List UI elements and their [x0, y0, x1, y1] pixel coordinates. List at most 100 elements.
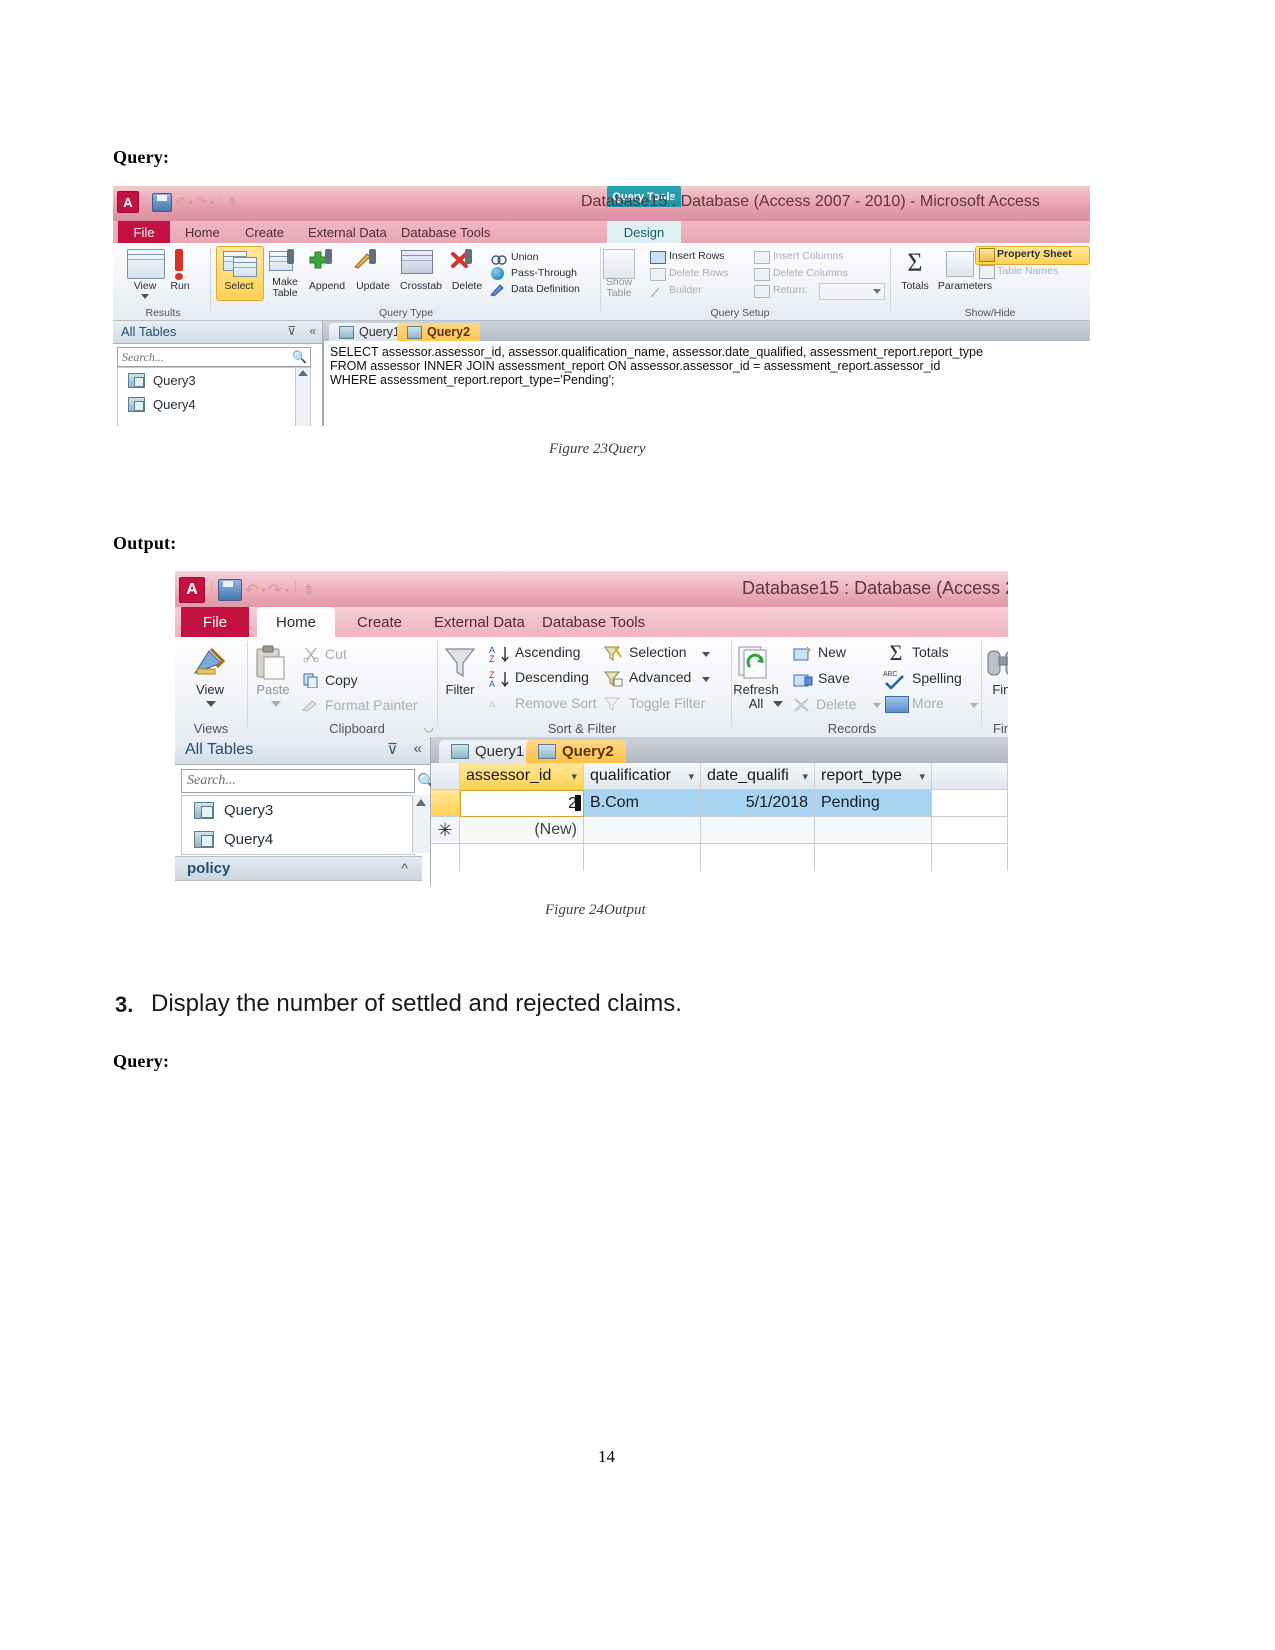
cell-assessor-id[interactable]: 2	[460, 790, 584, 817]
sigma-icon[interactable]: Σ	[901, 249, 929, 277]
nav-scrollbar[interactable]	[412, 795, 430, 853]
search-icon[interactable]: 🔍	[292, 350, 307, 365]
tab-file[interactable]: File	[181, 607, 249, 637]
chevron-up-icon[interactable]: ^	[401, 860, 408, 876]
cell-blank[interactable]	[815, 817, 932, 844]
tab-create[interactable]: Create	[343, 607, 416, 637]
tab-external-data[interactable]: External Data	[420, 607, 539, 637]
view-grid-icon[interactable]	[127, 249, 165, 279]
insert-rows-icon[interactable]	[650, 251, 666, 264]
undo-icon[interactable]: ↶	[175, 194, 186, 210]
chevron-down-icon[interactable]: ▾	[571, 770, 577, 783]
collapse-pane-icon[interactable]: «	[309, 324, 316, 338]
chevron-down-icon[interactable]: ▾	[688, 770, 694, 783]
tab-file[interactable]: File	[118, 221, 170, 243]
totals-button[interactable]: Totals	[891, 281, 939, 292]
column-header-date-qualified[interactable]: date_qualifi ▾	[701, 763, 815, 790]
data-definition-icon[interactable]	[490, 283, 505, 297]
nav-item-query3[interactable]: Query3	[182, 796, 414, 825]
table-names-icon[interactable]	[979, 265, 995, 279]
cell-qualification[interactable]: B.Com	[584, 790, 701, 817]
view-dropdown-icon[interactable]	[206, 701, 216, 707]
datasheet-grid[interactable]: assessor_id ▾ qualificatior ▾ date_quali…	[431, 763, 1008, 886]
access-logo-icon[interactable]: A	[117, 191, 139, 213]
undo-icon[interactable]: ↶	[245, 580, 258, 600]
view-button[interactable]: View	[183, 683, 237, 697]
sort-descending-icon[interactable]: ZA	[489, 670, 511, 689]
nav-item-query3[interactable]: Query3	[118, 368, 310, 392]
collapse-pane-icon[interactable]: «	[414, 740, 422, 757]
pass-through-globe-icon[interactable]	[491, 267, 504, 280]
data-definition-label[interactable]: Data Definition	[511, 283, 580, 295]
new-record-asterisk-icon[interactable]: ✳	[431, 817, 460, 844]
nav-item-query4[interactable]: Query4	[182, 825, 414, 854]
selection-dropdown-icon[interactable]	[702, 652, 710, 657]
chevron-down-icon[interactable]: ▾	[802, 770, 808, 783]
advanced-dropdown-icon[interactable]	[702, 677, 710, 682]
cell-report-type[interactable]: Pending	[815, 790, 932, 817]
select-button[interactable]: Select	[216, 281, 262, 292]
clipboard-dialog-launcher-icon[interactable]: ◡	[424, 721, 434, 734]
insert-rows-label[interactable]: Insert Rows	[669, 250, 724, 262]
more-dropdown-icon[interactable]	[970, 703, 978, 708]
nav-scrollbar[interactable]	[295, 368, 310, 426]
selection-icon[interactable]	[603, 645, 623, 663]
tab-home[interactable]: Home	[257, 607, 335, 637]
cell-blank[interactable]	[584, 817, 701, 844]
column-header-qualification[interactable]: qualificatior ▾	[584, 763, 701, 790]
paste-dropdown-icon[interactable]	[271, 701, 281, 707]
view-design-icon[interactable]	[191, 645, 229, 679]
access-logo-icon[interactable]: A	[179, 577, 205, 603]
cell-new-record[interactable]: (New)	[460, 817, 584, 844]
column-header-report-type[interactable]: report_type ▾	[815, 763, 932, 790]
tab-external-data[interactable]: External Data	[298, 221, 397, 243]
union-label[interactable]: Union	[511, 251, 538, 263]
nav-search-input[interactable]: Search...	[181, 769, 415, 793]
refresh-all-dropdown-icon[interactable]	[773, 701, 783, 707]
save-icon[interactable]	[218, 579, 242, 601]
paste-icon[interactable]	[253, 645, 287, 681]
run-button[interactable]: Run	[161, 281, 199, 292]
table-names-label[interactable]: Table Names	[997, 265, 1058, 277]
binoculars-icon[interactable]	[985, 647, 1008, 679]
append-button[interactable]: Append	[303, 281, 351, 292]
make-table-button[interactable]: Make Table	[265, 277, 305, 299]
quick-access-toolbar[interactable]: A ↶ ▾ ↷ ▾ ⇟	[117, 191, 238, 213]
quick-access-toolbar[interactable]: A ↶ ▾ ↷ ▾ ⇟	[179, 577, 315, 603]
sort-ascending-icon[interactable]: AZ	[489, 645, 511, 664]
paste-button[interactable]: Paste	[251, 683, 295, 697]
chevron-down-icon[interactable]: ⊽	[287, 324, 296, 338]
show-table-icon[interactable]	[603, 249, 635, 279]
parameters-button[interactable]: Parameters	[937, 281, 993, 292]
document-tab-query2[interactable]: Query2	[397, 323, 481, 341]
tab-home[interactable]: Home	[175, 221, 230, 243]
new-label[interactable]: New	[818, 644, 846, 660]
new-record-icon[interactable]	[793, 646, 813, 662]
cell-date-qualified[interactable]: 5/1/2018	[701, 790, 815, 817]
save-label[interactable]: Save	[818, 670, 850, 686]
scroll-up-icon[interactable]	[416, 799, 426, 806]
save-record-icon[interactable]	[793, 672, 813, 688]
nav-group-policy[interactable]: policy ^	[175, 856, 422, 881]
advanced-filter-icon[interactable]	[603, 670, 623, 688]
copy-icon[interactable]	[303, 673, 319, 689]
delete-button[interactable]: Delete	[445, 281, 489, 292]
selection-label[interactable]: Selection	[629, 644, 687, 660]
tab-create[interactable]: Create	[235, 221, 294, 243]
nav-item-query4[interactable]: Query4	[118, 392, 310, 416]
crosstab-grid-icon[interactable]	[401, 250, 433, 274]
redo-dropdown-icon[interactable]: ▾	[285, 586, 289, 595]
advanced-label[interactable]: Advanced	[629, 669, 691, 685]
nav-search-input[interactable]: Search... 🔍	[117, 347, 311, 367]
tab-database-tools[interactable]: Database Tools	[391, 221, 500, 243]
tab-database-tools[interactable]: Database Tools	[528, 607, 659, 637]
show-table-button[interactable]: Show Table	[595, 277, 643, 299]
column-header-assessor-id[interactable]: assessor_id ▾	[460, 763, 584, 790]
redo-icon[interactable]: ↷	[268, 580, 281, 600]
customize-icon[interactable]: ⇟	[302, 580, 315, 600]
spelling-abc-icon[interactable]: ABC	[883, 669, 907, 690]
spelling-label[interactable]: Spelling	[912, 670, 962, 686]
pass-through-label[interactable]: Pass-Through	[511, 267, 577, 279]
funnel-icon[interactable]	[441, 645, 479, 681]
redo-icon[interactable]: ↷	[196, 194, 207, 210]
